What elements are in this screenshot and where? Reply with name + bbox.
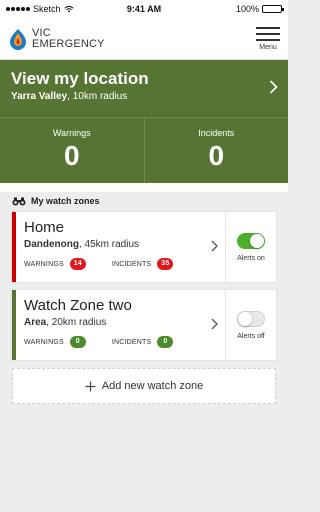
location-place: Yarra Valley bbox=[11, 91, 68, 102]
zone-incidents-label: INCIDENTS bbox=[111, 338, 152, 346]
zone-warnings-badge: 14 bbox=[69, 258, 86, 270]
wifi-icon bbox=[64, 5, 73, 13]
binoculars-icon bbox=[12, 197, 26, 205]
zone-place: Dandenong bbox=[24, 239, 79, 250]
add-watch-zone-label: Add new watch zone bbox=[101, 380, 204, 392]
watch-zones-header: My watch zones bbox=[0, 192, 288, 212]
location-subtitle: Yarra Valley, 10km radius bbox=[11, 91, 277, 102]
zone-name: Home bbox=[24, 219, 65, 236]
watch-zones-title: My watch zones bbox=[31, 196, 100, 206]
zone-alerts-column: Alerts on bbox=[225, 212, 276, 282]
app-header: VIC EMERGENCY Menu bbox=[0, 18, 288, 60]
zone-incidents-label: INCIDENTS bbox=[111, 260, 152, 268]
zone-warnings-badge: 0 bbox=[69, 336, 86, 348]
zone-incidents-badge: 0 bbox=[157, 336, 174, 348]
zone-incidents-badge: 35 bbox=[157, 258, 174, 270]
incidents-value: 0 bbox=[208, 140, 225, 171]
chevron-right-icon bbox=[269, 80, 278, 94]
alerts-toggle[interactable] bbox=[237, 232, 265, 249]
zone-subtitle: Area, 20km radius bbox=[24, 317, 216, 328]
alerts-toggle[interactable] bbox=[237, 310, 265, 327]
status-bar: Sketch 9:41 AM 100% bbox=[0, 0, 288, 18]
location-title: View my location bbox=[11, 69, 149, 88]
warnings-value: 0 bbox=[63, 140, 80, 171]
chevron-right-icon bbox=[211, 318, 218, 330]
zone-warnings-label: WARNINGS bbox=[24, 338, 64, 346]
zone-radius: , 45km radius bbox=[79, 239, 140, 250]
vic-emergency-logo-icon bbox=[10, 28, 26, 50]
view-my-location-button[interactable]: View my location Yarra Valley, 10km radi… bbox=[0, 60, 288, 117]
brand-text: VIC EMERGENCY bbox=[32, 26, 105, 50]
battery-icon bbox=[262, 5, 284, 13]
hamburger-icon bbox=[256, 26, 280, 41]
menu-button[interactable]: Menu bbox=[256, 26, 280, 51]
chevron-right-icon bbox=[211, 240, 218, 252]
incidents-label: Incidents bbox=[198, 128, 235, 138]
location-counts: Warnings 0 Incidents 0 bbox=[0, 117, 288, 183]
incidents-count-cell[interactable]: Incidents 0 bbox=[143, 118, 289, 183]
warnings-label: Warnings bbox=[52, 128, 91, 138]
alerts-label: Alerts on bbox=[237, 254, 265, 262]
zone-warnings-label: WARNINGS bbox=[24, 260, 64, 268]
status-right: 100% bbox=[235, 4, 284, 14]
menu-label: Menu bbox=[259, 43, 277, 51]
alerts-label: Alerts off bbox=[237, 332, 265, 340]
add-watch-zone-button[interactable]: Add new watch zone bbox=[12, 368, 276, 404]
zone-badges: WARNINGS 14 INCIDENTS 35 bbox=[24, 258, 216, 270]
zone-place: Area bbox=[24, 317, 47, 328]
zone-subtitle: Dandenong, 45km radius bbox=[24, 239, 216, 250]
toggle-knob bbox=[250, 233, 264, 248]
zone-radius: , 20km radius bbox=[46, 317, 107, 328]
watch-zone-home-details[interactable]: Home Dandenong, 45km radius WARNINGS 14 … bbox=[16, 212, 225, 282]
carrier-name: Sketch bbox=[33, 4, 61, 14]
brand-line2: EMERGENCY bbox=[32, 37, 105, 50]
signal-icon bbox=[6, 7, 30, 11]
status-time: 9:41 AM bbox=[126, 4, 162, 14]
brand-line1: VIC bbox=[32, 26, 51, 39]
watch-zone-card-two: Watch Zone two Area, 20km radius WARNING… bbox=[12, 290, 276, 360]
divider bbox=[0, 183, 288, 192]
battery-percent: 100% bbox=[235, 4, 259, 14]
zone-badges: WARNINGS 0 INCIDENTS 0 bbox=[24, 336, 216, 348]
watch-zone-card-home: Home Dandenong, 45km radius WARNINGS 14 … bbox=[12, 212, 276, 282]
status-left: Sketch bbox=[6, 4, 74, 14]
location-radius: , 10km radius bbox=[67, 91, 128, 102]
zone-name: Watch Zone two bbox=[24, 297, 132, 314]
watch-zone-two-details[interactable]: Watch Zone two Area, 20km radius WARNING… bbox=[16, 290, 225, 360]
plus-icon bbox=[85, 381, 96, 391]
brand[interactable]: VIC EMERGENCY bbox=[9, 26, 105, 50]
toggle-knob bbox=[238, 311, 252, 326]
zone-alerts-column: Alerts off bbox=[225, 290, 276, 360]
warnings-count-cell[interactable]: Warnings 0 bbox=[0, 118, 144, 183]
